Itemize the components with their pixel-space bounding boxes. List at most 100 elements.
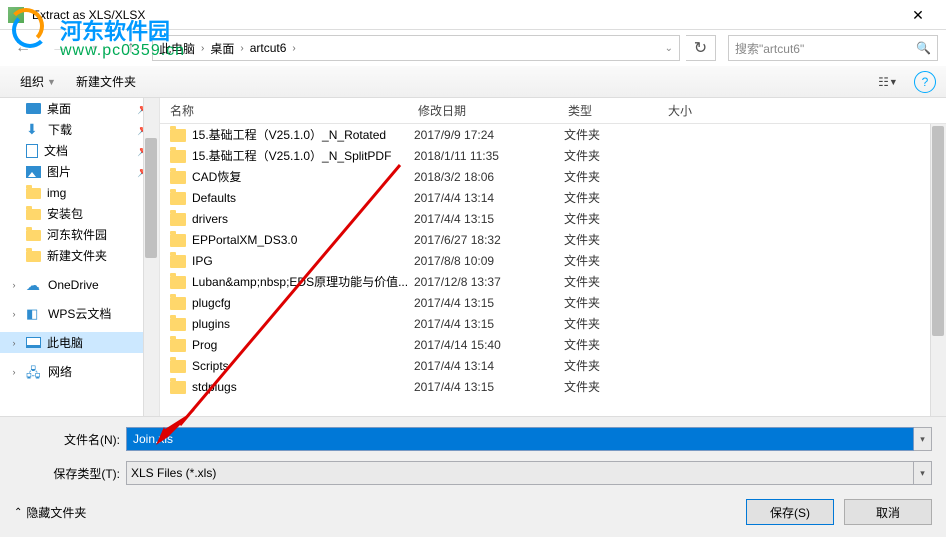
file-row[interactable]: stdplugs2017/4/4 13:15文件夹 xyxy=(160,376,946,397)
sidebar-item[interactable] xyxy=(0,353,159,361)
filename-dropdown[interactable]: ▾ xyxy=(914,427,932,451)
col-size[interactable]: 大小 xyxy=(658,98,758,123)
file-row[interactable]: plugcfg2017/4/4 13:15文件夹 xyxy=(160,292,946,313)
cancel-button[interactable]: 取消 xyxy=(844,499,932,525)
refresh-button[interactable]: ↻ xyxy=(686,35,716,61)
sidebar-item[interactable]: ›🖧网络 xyxy=(0,361,159,382)
window-title: Extract as XLS/XLSX xyxy=(32,8,898,22)
organize-button[interactable]: 组织▼ xyxy=(10,69,66,94)
file-type: 文件夹 xyxy=(564,168,664,185)
filename-input[interactable] xyxy=(126,427,914,451)
desktop-icon xyxy=(26,103,41,114)
file-date: 2017/4/4 13:15 xyxy=(414,317,564,331)
folder-icon xyxy=(170,192,186,205)
sidebar-item[interactable]: 桌面📌 xyxy=(0,98,159,119)
file-type: 文件夹 xyxy=(564,273,664,290)
bottom-panel: 文件名(N): ▾ 保存类型(T): XLS Files (*.xls) ▾ ⌃… xyxy=(0,416,946,537)
sidebar-label: WPS云文档 xyxy=(48,305,111,322)
folder-icon xyxy=(170,339,186,352)
filetype-label: 保存类型(T): xyxy=(14,465,126,482)
col-date[interactable]: 修改日期 xyxy=(408,98,558,123)
file-row[interactable]: Scripts2017/4/4 13:14文件夹 xyxy=(160,355,946,376)
folder-icon xyxy=(170,150,186,163)
save-button[interactable]: 保存(S) xyxy=(746,499,834,525)
filelist-scrollbar[interactable] xyxy=(930,124,946,416)
file-row[interactable]: EPPortalXM_DS3.02017/6/27 18:32文件夹 xyxy=(160,229,946,250)
sidebar-item[interactable]: ›此电脑 xyxy=(0,332,159,353)
file-row[interactable]: Luban&amp;nbsp;EDS原理功能与价值...2017/12/8 13… xyxy=(160,271,946,292)
file-date: 2018/3/2 18:06 xyxy=(414,170,564,184)
breadcrumb-item[interactable]: artcut6 xyxy=(250,41,287,55)
newfolder-button[interactable]: 新建文件夹 xyxy=(66,69,146,94)
sidebar-label: 新建文件夹 xyxy=(47,247,107,264)
search-placeholder: 搜索"artcut6" xyxy=(735,40,804,57)
file-row[interactable]: 15.基础工程（V25.1.0）_N_SplitPDF2018/1/11 11:… xyxy=(160,145,946,166)
sidebar-item[interactable]: 安装包 xyxy=(0,203,159,224)
sidebar-item[interactable] xyxy=(0,324,159,332)
up-button[interactable]: ↑ xyxy=(116,35,146,61)
pic-icon xyxy=(26,166,41,178)
file-row[interactable]: CAD恢复2018/3/2 18:06文件夹 xyxy=(160,166,946,187)
file-name: Luban&amp;nbsp;EDS原理功能与价值... xyxy=(192,273,414,290)
file-type: 文件夹 xyxy=(564,378,664,395)
file-name: IPG xyxy=(192,254,414,268)
sidebar-item[interactable]: img xyxy=(0,182,159,203)
folder-icon xyxy=(26,251,41,262)
file-row[interactable]: IPG2017/8/8 10:09文件夹 xyxy=(160,250,946,271)
sidebar-item[interactable]: 河东软件园 xyxy=(0,224,159,245)
tree-arrow-icon: › xyxy=(8,280,20,290)
nav-bar: ← → ▼ ↑ 此电脑 › 桌面 › artcut6 › ⌄ ↻ 搜索"artc… xyxy=(0,30,946,66)
file-row[interactable]: drivers2017/4/4 13:15文件夹 xyxy=(160,208,946,229)
forward-button[interactable]: → xyxy=(44,35,74,61)
tree-arrow-icon: › xyxy=(8,309,20,319)
sidebar-item[interactable]: ›☁OneDrive xyxy=(0,274,159,295)
sidebar-scrollbar[interactable] xyxy=(143,98,159,416)
filename-label: 文件名(N): xyxy=(14,431,126,448)
hide-folders-toggle[interactable]: ⌃ 隐藏文件夹 xyxy=(14,504,86,521)
help-button[interactable]: ? xyxy=(914,71,936,93)
view-button[interactable]: ☷ ▼ xyxy=(870,71,906,93)
sidebar-item[interactable] xyxy=(0,295,159,303)
folder-icon xyxy=(26,209,41,220)
filetype-select[interactable]: XLS Files (*.xls) xyxy=(126,461,914,485)
file-date: 2017/4/4 13:15 xyxy=(414,380,564,394)
breadcrumb[interactable]: 此电脑 › 桌面 › artcut6 › ⌄ xyxy=(152,35,680,61)
file-date: 2018/1/11 11:35 xyxy=(414,149,564,163)
folder-icon xyxy=(170,360,186,373)
recent-button[interactable]: ▼ xyxy=(80,35,110,61)
file-type: 文件夹 xyxy=(564,189,664,206)
dropdown-icon[interactable]: ⌄ xyxy=(665,43,673,54)
file-type: 文件夹 xyxy=(564,252,664,269)
folder-icon xyxy=(26,188,41,199)
file-row[interactable]: plugins2017/4/4 13:15文件夹 xyxy=(160,313,946,334)
file-row[interactable]: 15.基础工程（V25.1.0）_N_Rotated2017/9/9 17:24… xyxy=(160,124,946,145)
breadcrumb-item[interactable]: 桌面 xyxy=(210,40,234,57)
col-name[interactable]: 名称 xyxy=(160,98,408,123)
sidebar-item[interactable]: ›◧WPS云文档 xyxy=(0,303,159,324)
sidebar-item[interactable]: 图片📌 xyxy=(0,161,159,182)
file-date: 2017/9/9 17:24 xyxy=(414,128,564,142)
file-row[interactable]: Defaults2017/4/4 13:14文件夹 xyxy=(160,187,946,208)
filetype-dropdown[interactable]: ▾ xyxy=(914,461,932,485)
breadcrumb-item[interactable]: 此电脑 xyxy=(159,40,195,57)
file-name: 15.基础工程（V25.1.0）_N_Rotated xyxy=(192,126,414,143)
file-name: Defaults xyxy=(192,191,414,205)
search-input[interactable]: 搜索"artcut6" 🔍 xyxy=(728,35,938,61)
sidebar-item[interactable]: 文档📌 xyxy=(0,140,159,161)
file-date: 2017/4/14 15:40 xyxy=(414,338,564,352)
sidebar-label: OneDrive xyxy=(48,278,99,292)
close-button[interactable]: ✕ xyxy=(898,3,938,27)
net-icon: 🖧 xyxy=(26,364,42,380)
pc-icon xyxy=(26,337,41,348)
folder-icon xyxy=(170,213,186,226)
col-type[interactable]: 类型 xyxy=(558,98,658,123)
file-date: 2017/12/8 13:37 xyxy=(414,275,564,289)
sidebar-item[interactable]: ⬇下载📌 xyxy=(0,119,159,140)
sidebar-label: 此电脑 xyxy=(47,334,83,351)
file-name: EPPortalXM_DS3.0 xyxy=(192,233,414,247)
titlebar: Extract as XLS/XLSX ✕ xyxy=(0,0,946,30)
sidebar-item[interactable] xyxy=(0,266,159,274)
file-row[interactable]: Prog2017/4/14 15:40文件夹 xyxy=(160,334,946,355)
back-button[interactable]: ← xyxy=(8,35,38,61)
sidebar-item[interactable]: 新建文件夹 xyxy=(0,245,159,266)
